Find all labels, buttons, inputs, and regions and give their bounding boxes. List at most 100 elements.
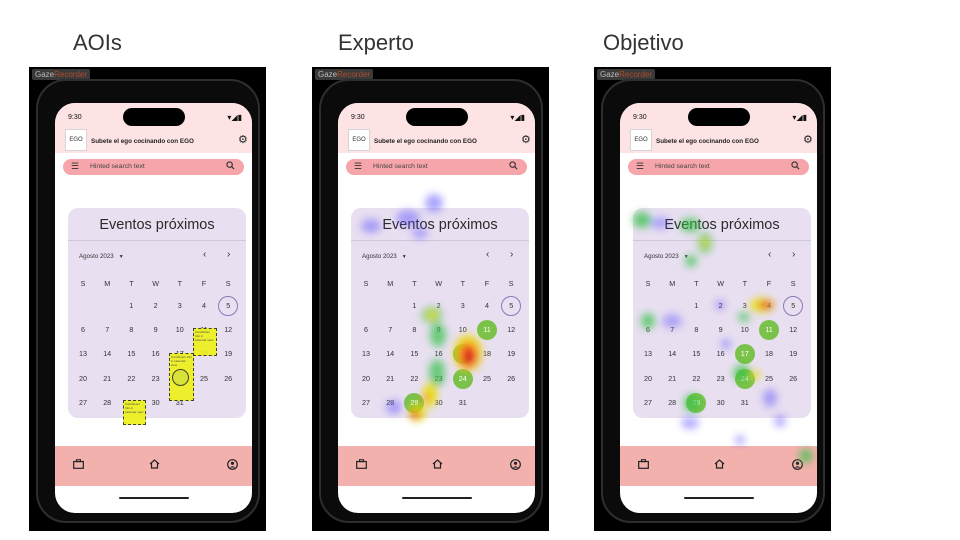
calendar-day[interactable]: 31 [453,393,473,413]
calendar-day[interactable]: 3 [453,296,473,316]
calendar-day[interactable]: 28 [662,393,682,413]
chevron-left-icon[interactable]: ‹ [486,249,489,260]
home-icon[interactable] [432,459,443,472]
calendar-day[interactable]: 29 [404,392,425,413]
calendar-day[interactable]: 4 [477,296,497,316]
calendar-day[interactable]: 27 [638,393,658,413]
calendar-day[interactable]: 16 [146,344,166,364]
calendar-day[interactable]: 19 [501,344,521,364]
calendar-day[interactable]: 9 [429,320,449,340]
calendar-day[interactable]: 9 [146,320,166,340]
suitcase-icon[interactable] [73,459,84,472]
calendar-day[interactable]: 1 [686,296,706,316]
calendar-day[interactable]: 7 [380,320,400,340]
calendar-day[interactable]: 7 [662,320,682,340]
calendar-day[interactable]: 28 [380,393,400,413]
calendar-day[interactable]: 12 [218,320,238,340]
calendar-day[interactable]: 12 [783,320,803,340]
chevron-left-icon[interactable]: ‹ [203,249,206,260]
calendar-day[interactable]: 10 [453,320,473,340]
calendar-day[interactable]: 26 [501,369,521,389]
calendar-day[interactable]: 29 [686,392,707,413]
calendar-day[interactable]: 1 [404,296,424,316]
calendar-day[interactable]: 22 [121,369,141,389]
home-icon[interactable] [149,459,160,472]
suitcase-icon[interactable] [356,459,367,472]
calendar-day[interactable]: 14 [662,344,682,364]
calendar-day[interactable]: 15 [404,344,424,364]
month-selector[interactable]: Agosto 2023 ▼ [362,253,407,260]
calendar-day[interactable]: 18 [759,344,779,364]
calendar-day[interactable]: 30 [429,393,449,413]
calendar-day[interactable]: 12 [501,320,521,340]
calendar-day[interactable]: 26 [218,369,238,389]
calendar-day[interactable]: 30 [711,393,731,413]
calendar-day[interactable]: 15 [686,344,706,364]
account-icon[interactable] [227,459,238,473]
calendar-day[interactable]: 27 [73,393,93,413]
calendar-day[interactable]: 26 [783,369,803,389]
chevron-right-icon[interactable]: › [792,249,795,260]
calendar-day[interactable]: 23 [711,369,731,389]
calendar-day[interactable]: 23 [429,369,449,389]
calendar-day[interactable]: 2 [429,296,449,316]
calendar-day[interactable]: 31 [735,393,755,413]
calendar-day[interactable]: 20 [638,369,658,389]
chevron-left-icon[interactable]: ‹ [768,249,771,260]
home-icon[interactable] [714,459,725,472]
calendar-day[interactable]: 5 [783,296,804,316]
gear-icon[interactable]: ⚙ [521,133,531,146]
search-input[interactable]: Hinted search text [655,163,710,170]
calendar-day[interactable]: 10 [170,320,190,340]
calendar-day[interactable]: 4 [194,296,214,316]
calendar-day[interactable]: 24 [452,368,473,389]
calendar-day[interactable]: 3 [170,296,190,316]
gear-icon[interactable]: ⚙ [238,133,248,146]
menu-icon[interactable]: ☰ [354,161,362,172]
calendar-day[interactable]: 3 [735,296,755,316]
calendar-day[interactable]: 18 [477,344,497,364]
search-input[interactable]: Hinted search text [373,163,428,170]
gear-icon[interactable]: ⚙ [803,133,813,146]
calendar-day[interactable]: 13 [638,344,658,364]
calendar-day[interactable]: 2 [711,296,731,316]
calendar-day[interactable]: 23 [146,369,166,389]
calendar-day[interactable]: 6 [356,320,376,340]
calendar-day[interactable]: 25 [194,369,214,389]
calendar-day[interactable]: 19 [783,344,803,364]
month-selector[interactable]: Agosto 2023 ▼ [644,253,689,260]
calendar-day[interactable]: 10 [735,320,755,340]
calendar-day[interactable]: 11 [759,320,779,341]
calendar-day[interactable]: 15 [121,344,141,364]
search-icon[interactable] [509,161,518,172]
calendar-day[interactable]: 22 [686,369,706,389]
calendar-day[interactable]: 25 [477,369,497,389]
account-icon[interactable] [510,459,521,473]
calendar-day[interactable]: 20 [356,369,376,389]
calendar-day[interactable]: 17 [452,344,473,365]
chevron-right-icon[interactable]: › [510,249,513,260]
calendar-day[interactable]: 1 [121,296,141,316]
calendar-day[interactable]: 8 [121,320,141,340]
calendar-day[interactable]: 4 [759,296,779,316]
calendar-day[interactable]: 16 [429,344,449,364]
calendar-day[interactable]: 8 [686,320,706,340]
calendar-day[interactable]: 20 [73,369,93,389]
calendar-day[interactable]: 13 [356,344,376,364]
calendar-day[interactable]: 14 [380,344,400,364]
calendar-day[interactable]: 16 [711,344,731,364]
calendar-day[interactable]: 17 [734,344,755,365]
search-icon[interactable] [226,161,235,172]
calendar-day[interactable]: 24 [734,368,755,389]
calendar-day[interactable]: 14 [97,344,117,364]
suitcase-icon[interactable] [638,459,649,472]
calendar-day[interactable]: 27 [356,393,376,413]
calendar-day[interactable]: 5 [501,296,522,316]
calendar-day[interactable]: 22 [404,369,424,389]
calendar-day[interactable]: 8 [404,320,424,340]
calendar-day[interactable]: 21 [380,369,400,389]
calendar-day[interactable]: 9 [711,320,731,340]
menu-icon[interactable]: ☰ [636,161,644,172]
calendar-day[interactable]: 21 [97,369,117,389]
search-bar[interactable]: ☰ Hinted search text [63,159,244,175]
